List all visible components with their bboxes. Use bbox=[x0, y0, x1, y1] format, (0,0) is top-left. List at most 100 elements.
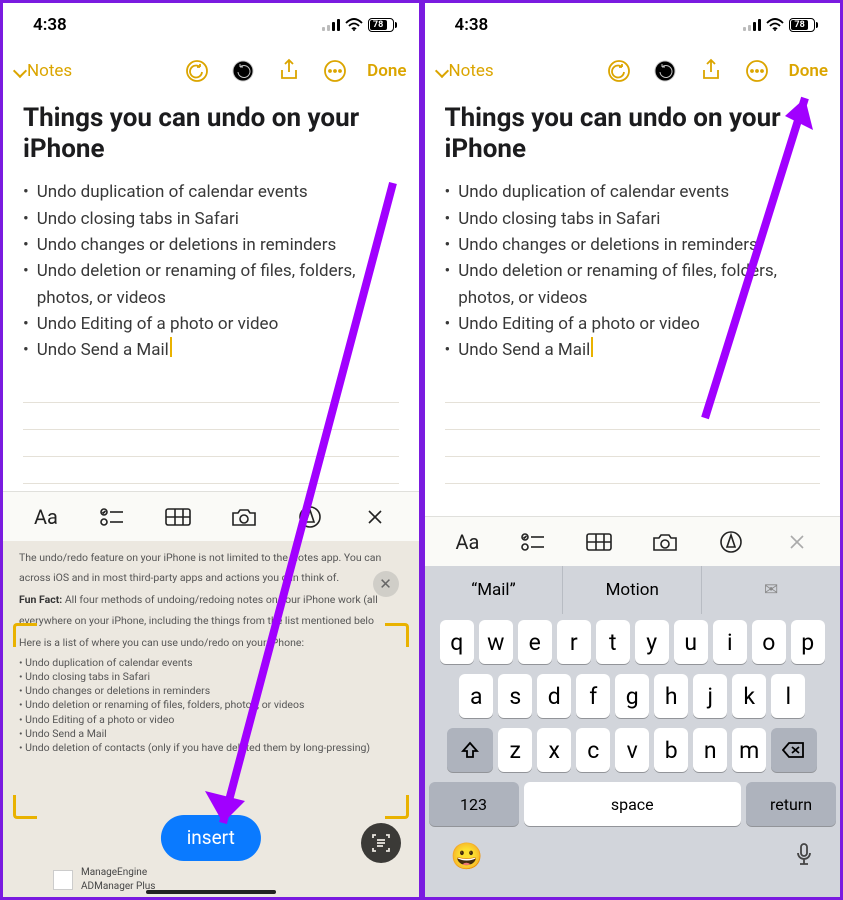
signal-icon bbox=[322, 19, 340, 31]
key-c[interactable]: c bbox=[576, 728, 610, 772]
key-m[interactable]: m bbox=[732, 728, 766, 772]
markup-button[interactable] bbox=[710, 525, 752, 559]
key-r[interactable]: r bbox=[557, 620, 591, 664]
navbar: Notes Done bbox=[3, 47, 419, 95]
scan-corner-icon bbox=[13, 623, 37, 647]
return-key[interactable]: return bbox=[746, 782, 836, 826]
key-n[interactable]: n bbox=[693, 728, 727, 772]
note-title: Things you can undo on your iPhone bbox=[445, 103, 821, 165]
checklist-button[interactable] bbox=[91, 500, 133, 534]
checklist-button[interactable] bbox=[512, 525, 554, 559]
key-h[interactable]: h bbox=[654, 674, 688, 718]
redo-button bbox=[229, 57, 257, 85]
more-button[interactable] bbox=[321, 57, 349, 85]
markup-button[interactable] bbox=[289, 500, 331, 534]
text-cursor bbox=[591, 337, 593, 357]
key-q[interactable]: q bbox=[440, 620, 474, 664]
statusbar: 4:38 78 bbox=[3, 3, 419, 47]
key-z[interactable]: z bbox=[498, 728, 532, 772]
done-button[interactable]: Done bbox=[789, 61, 828, 81]
status-time: 4:38 bbox=[455, 15, 489, 35]
chevron-left-icon bbox=[434, 64, 448, 78]
navbar: Notes Done bbox=[425, 47, 841, 95]
scan-corner-icon bbox=[385, 795, 409, 819]
scan-close-button[interactable]: ✕ bbox=[373, 571, 399, 597]
key-f[interactable]: f bbox=[576, 674, 610, 718]
scan-corner-icon bbox=[13, 795, 37, 819]
key-a[interactable]: a bbox=[459, 674, 493, 718]
emoji-key[interactable]: 😀 bbox=[451, 842, 483, 875]
dictation-key[interactable] bbox=[794, 842, 814, 875]
text-cursor bbox=[170, 337, 172, 357]
bullet-item: Undo changes or deletions in reminders bbox=[445, 232, 821, 258]
keyboard: q w e r t y u i o p a s d f g h j k l z … bbox=[425, 614, 841, 897]
key-d[interactable]: d bbox=[537, 674, 571, 718]
key-j[interactable]: j bbox=[693, 674, 727, 718]
livetext-button[interactable] bbox=[361, 823, 401, 863]
back-button[interactable]: Notes bbox=[437, 61, 494, 81]
undo-button[interactable] bbox=[605, 57, 633, 85]
table-button[interactable] bbox=[157, 500, 199, 534]
camera-button[interactable] bbox=[644, 525, 686, 559]
key-t[interactable]: t bbox=[596, 620, 630, 664]
format-toolbar: Aa bbox=[425, 516, 841, 566]
table-button[interactable] bbox=[578, 525, 620, 559]
delete-key[interactable] bbox=[771, 728, 817, 772]
wifi-icon bbox=[766, 18, 784, 32]
bullet-item: Undo duplication of calendar events bbox=[445, 179, 821, 205]
done-button[interactable]: Done bbox=[367, 61, 406, 81]
key-b[interactable]: b bbox=[654, 728, 688, 772]
key-p[interactable]: p bbox=[791, 620, 825, 664]
key-k[interactable]: k bbox=[732, 674, 766, 718]
camera-button[interactable] bbox=[223, 500, 265, 534]
key-w[interactable]: w bbox=[479, 620, 513, 664]
chevron-left-icon bbox=[13, 64, 27, 78]
bullet-item: Undo closing tabs in Safari bbox=[23, 206, 399, 232]
bullet-item: Undo duplication of calendar events bbox=[23, 179, 399, 205]
shift-key[interactable] bbox=[447, 728, 493, 772]
back-button[interactable]: Notes bbox=[15, 61, 72, 81]
scan-item: Undo closing tabs in Safari bbox=[19, 670, 403, 684]
suggestion[interactable]: Motion bbox=[563, 566, 702, 614]
share-button[interactable] bbox=[697, 57, 725, 85]
key-g[interactable]: g bbox=[615, 674, 649, 718]
suggestion[interactable]: ✉︎ bbox=[702, 566, 840, 614]
key-i[interactable]: i bbox=[713, 620, 747, 664]
key-s[interactable]: s bbox=[498, 674, 532, 718]
text-style-button[interactable]: Aa bbox=[25, 500, 67, 534]
keyboard-suggestions: Mail Motion ✉︎ bbox=[425, 566, 841, 614]
format-close-button[interactable] bbox=[776, 525, 818, 559]
note-title: Things you can undo on your iPhone bbox=[23, 103, 399, 165]
scan-item: Undo deletion or renaming of files, fold… bbox=[19, 698, 403, 712]
bullet-item: Undo deletion or renaming of files, fold… bbox=[23, 258, 399, 311]
format-toolbar: Aa bbox=[3, 491, 419, 541]
text-style-button[interactable]: Aa bbox=[446, 525, 488, 559]
share-button[interactable] bbox=[275, 57, 303, 85]
key-e[interactable]: e bbox=[518, 620, 552, 664]
note-content[interactable]: Things you can undo on your iPhone Undo … bbox=[425, 95, 841, 516]
signal-icon bbox=[743, 19, 761, 31]
suggestion[interactable]: Mail bbox=[425, 566, 564, 614]
key-y[interactable]: y bbox=[635, 620, 669, 664]
insert-button[interactable]: insert bbox=[161, 815, 261, 861]
more-button[interactable] bbox=[743, 57, 771, 85]
home-indicator[interactable] bbox=[146, 890, 276, 894]
wifi-icon bbox=[345, 18, 363, 32]
key-o[interactable]: o bbox=[752, 620, 786, 664]
space-key[interactable]: space bbox=[524, 782, 742, 826]
key-l[interactable]: l bbox=[771, 674, 805, 718]
bullet-item: Undo closing tabs in Safari bbox=[445, 206, 821, 232]
key-u[interactable]: u bbox=[674, 620, 708, 664]
scan-item: Undo Send a Mail bbox=[19, 727, 403, 741]
back-label: Notes bbox=[449, 61, 494, 81]
scan-corner-icon bbox=[385, 623, 409, 647]
format-close-button[interactable] bbox=[354, 500, 396, 534]
key-v[interactable]: v bbox=[615, 728, 649, 772]
numbers-key[interactable]: 123 bbox=[429, 782, 519, 826]
key-x[interactable]: x bbox=[537, 728, 571, 772]
undo-button[interactable] bbox=[183, 57, 211, 85]
bullet-item: Undo changes or deletions in reminders bbox=[23, 232, 399, 258]
bullet-item: Undo Editing of a photo or video bbox=[445, 311, 821, 337]
scan-item: Undo duplication of calendar events bbox=[19, 656, 403, 670]
note-content[interactable]: Things you can undo on your iPhone Undo … bbox=[3, 95, 419, 491]
